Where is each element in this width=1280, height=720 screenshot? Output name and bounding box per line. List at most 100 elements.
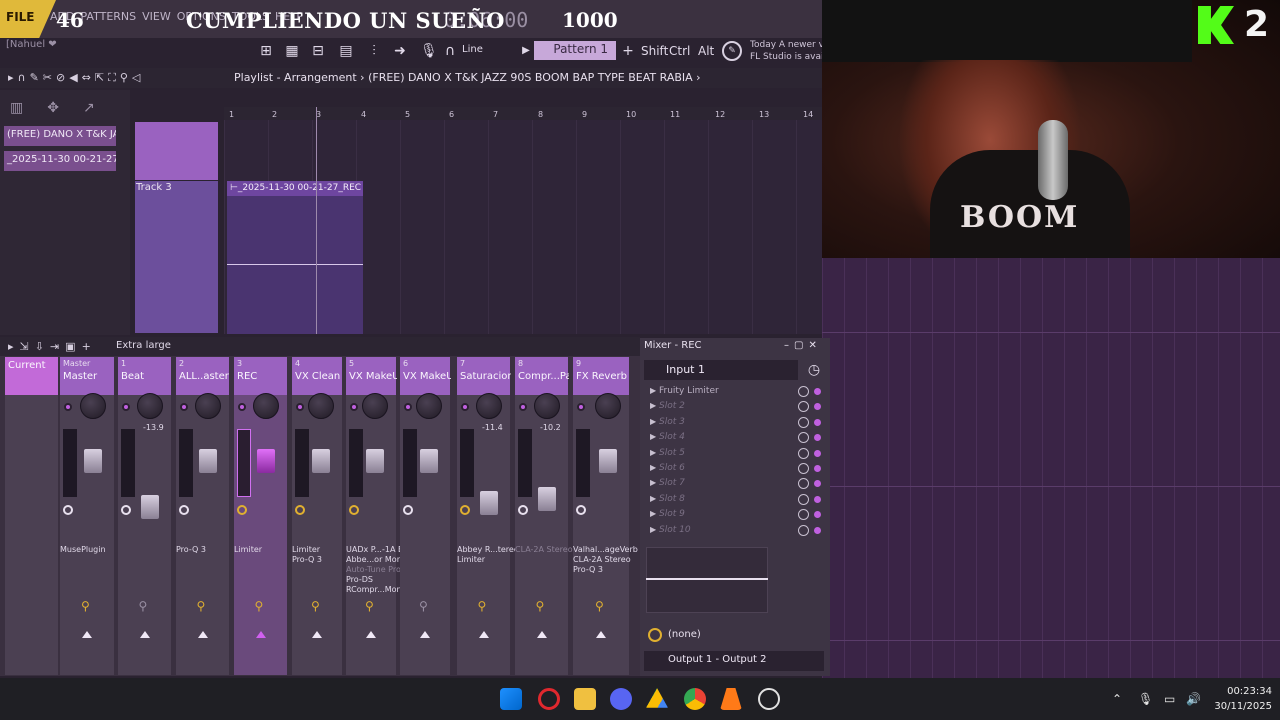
volume-fader[interactable] xyxy=(480,491,498,515)
stereo-dot[interactable] xyxy=(577,403,585,411)
expand-icon[interactable]: ▶ xyxy=(650,494,656,503)
mixer-strip[interactable]: 4 VX Clean Limiter Pro-Q 3 ⚲ xyxy=(292,357,342,675)
volume-fader[interactable] xyxy=(538,487,556,511)
slot-mix-knob[interactable] xyxy=(798,509,809,521)
slot-enable-dot[interactable] xyxy=(814,465,821,472)
stereo-dot[interactable] xyxy=(180,403,188,411)
stereo-dot[interactable] xyxy=(64,403,72,411)
strip-header[interactable]: 7 Saturacion xyxy=(457,357,511,395)
route-arrow-icon[interactable] xyxy=(366,631,376,638)
latency-clock-icon[interactable] xyxy=(349,505,359,515)
expand-icon[interactable]: ▶ xyxy=(650,463,656,472)
snap-mode-select[interactable]: Line xyxy=(458,42,518,60)
insert-slot[interactable]: ▶ Slot 5 xyxy=(650,447,821,461)
route-arrow-icon[interactable] xyxy=(420,631,430,638)
mixer-tool-icons[interactable]: ▸⇲⇩⇥▣+ xyxy=(8,340,97,353)
stereo-dot[interactable] xyxy=(404,403,412,411)
tray-microphone-icon[interactable]: 🎙 xyxy=(1138,692,1153,706)
timeline-ruler[interactable] xyxy=(224,107,822,120)
slot-mix-knob[interactable] xyxy=(798,478,809,490)
strip-header[interactable]: Current xyxy=(5,357,58,395)
latency-clock-icon[interactable]: ◷ xyxy=(806,362,822,378)
expand-icon[interactable]: ▶ xyxy=(650,417,656,426)
route-bulb-icon[interactable]: ⚲ xyxy=(311,599,320,613)
slot-enable-dot[interactable] xyxy=(814,418,821,426)
slot-mix-knob[interactable] xyxy=(798,386,809,397)
latency-clock-icon[interactable] xyxy=(63,505,73,515)
mixer-strip[interactable]: 5VX MakeUpUADx P...-1A EQAbbe...or MonoA… xyxy=(346,357,409,675)
route-arrow-icon[interactable] xyxy=(478,631,489,638)
mixer-icon[interactable]: ▤ xyxy=(338,43,354,59)
pan-knob[interactable] xyxy=(476,393,502,419)
strip-header[interactable]: 1 Beat xyxy=(118,357,171,395)
expand-icon[interactable]: ▶ xyxy=(650,386,656,395)
latency-clock-icon[interactable] xyxy=(295,505,305,515)
insert-slot[interactable]: ▶ Fruity Limiter xyxy=(650,385,821,399)
piano-roll-icon[interactable]: ▦ xyxy=(284,43,300,59)
tray-chevron-icon[interactable]: ⌃ xyxy=(1112,692,1122,706)
slot-mix-knob[interactable] xyxy=(798,524,809,536)
route-bulb-icon[interactable]: ⚲ xyxy=(255,599,264,613)
window-controls[interactable]: –▢✕ xyxy=(784,340,822,351)
expand-icon[interactable]: ▶ xyxy=(650,509,656,518)
expand-icon[interactable]: ▶ xyxy=(650,525,656,534)
insert-slot[interactable]: ▶ Slot 3 xyxy=(650,416,821,430)
browser-tool-icons[interactable]: ▥✥↗ xyxy=(10,100,119,116)
route-arrow-icon[interactable] xyxy=(197,631,208,638)
ctrl-key-button[interactable]: Ctrl xyxy=(669,44,690,58)
strip-header[interactable]: 9 FX Reverb xyxy=(573,357,629,395)
slot-mix-knob[interactable] xyxy=(798,493,809,505)
shift-key-button[interactable]: Shift xyxy=(641,44,668,58)
latency-clock-icon[interactable] xyxy=(121,505,131,515)
stereo-dot[interactable] xyxy=(461,403,469,411)
menu-item-view[interactable]: VIEW xyxy=(142,10,171,23)
pan-knob[interactable] xyxy=(362,393,388,419)
playlist-grid-extended[interactable] xyxy=(822,258,1280,678)
route-bulb-icon[interactable]: ⚲ xyxy=(197,599,206,613)
mixer-strip[interactable]: 7 Saturacion -11.4 Abbey R...tereo Limiter ⚲ xyxy=(457,357,519,675)
mixer-strip[interactable]: 6 VX MakeUp ⚲ xyxy=(400,357,451,675)
stereo-dot[interactable] xyxy=(122,403,130,411)
browser-item-recording[interactable]: _2025-11-30 00-21-27_R.. xyxy=(4,151,116,171)
audio-clip[interactable] xyxy=(227,196,363,334)
volume-fader[interactable] xyxy=(420,449,438,473)
discord-icon[interactable] xyxy=(610,688,632,710)
hint-bar-icon[interactable]: ✎ xyxy=(722,41,742,61)
alt-key-button[interactable]: Alt xyxy=(698,44,714,58)
pattern-selector[interactable]: Pattern 1 xyxy=(534,41,616,60)
route-arrow-icon[interactable] xyxy=(312,631,322,638)
mixer-strip[interactable]: Master Master MusePlugin ⚲ xyxy=(60,357,114,675)
track-header-2[interactable] xyxy=(135,122,218,180)
slot-mix-knob[interactable] xyxy=(798,447,809,459)
volume-fader[interactable] xyxy=(199,449,217,473)
add-pattern-icon[interactable]: + xyxy=(620,43,636,59)
expand-icon[interactable]: ▶ xyxy=(650,432,656,441)
news-panel[interactable]: Today A newer ve FL Studio is availa xyxy=(750,39,822,63)
opera-gx-icon[interactable] xyxy=(538,688,560,710)
route-bulb-icon[interactable]: ⚲ xyxy=(536,599,545,613)
chevron-right-icon[interactable]: ▶ xyxy=(518,43,534,59)
latency-clock-icon[interactable] xyxy=(576,505,586,515)
route-bulb-icon[interactable]: ⚲ xyxy=(365,599,374,613)
latency-clock-icon[interactable] xyxy=(518,505,528,515)
insert-slot[interactable]: ▶ Slot 10 xyxy=(650,524,821,538)
magnet-icon[interactable]: ∩ xyxy=(442,43,458,59)
strip-header[interactable]: 3 REC xyxy=(234,357,287,395)
pan-knob[interactable] xyxy=(416,393,442,419)
insert-slot[interactable]: ▶ Slot 7 xyxy=(650,477,821,491)
expand-icon[interactable]: ▶ xyxy=(650,401,656,410)
audio-input-select[interactable]: Input 1 xyxy=(644,360,798,380)
route-arrow-icon[interactable] xyxy=(82,631,92,638)
menu-item-patterns[interactable]: PATTERNS xyxy=(80,10,136,23)
file-explorer-icon[interactable] xyxy=(574,688,596,710)
latency-clock-icon[interactable] xyxy=(460,505,470,515)
latency-clock-icon[interactable] xyxy=(403,505,413,515)
mixer-strip[interactable]: 8 Compr...Par -10.2 CLA-2A Stereo ⚲ xyxy=(515,357,573,675)
insert-slot[interactable]: ▶ Slot 4 xyxy=(650,431,821,445)
arrow-right-icon[interactable]: ➜ xyxy=(392,43,408,59)
strip-header[interactable]: 2 ALL..aster xyxy=(176,357,229,395)
sidechain-clock-icon[interactable] xyxy=(648,628,662,642)
pan-knob[interactable] xyxy=(137,393,163,419)
obs-icon[interactable] xyxy=(758,688,780,710)
pan-knob[interactable] xyxy=(534,393,560,419)
